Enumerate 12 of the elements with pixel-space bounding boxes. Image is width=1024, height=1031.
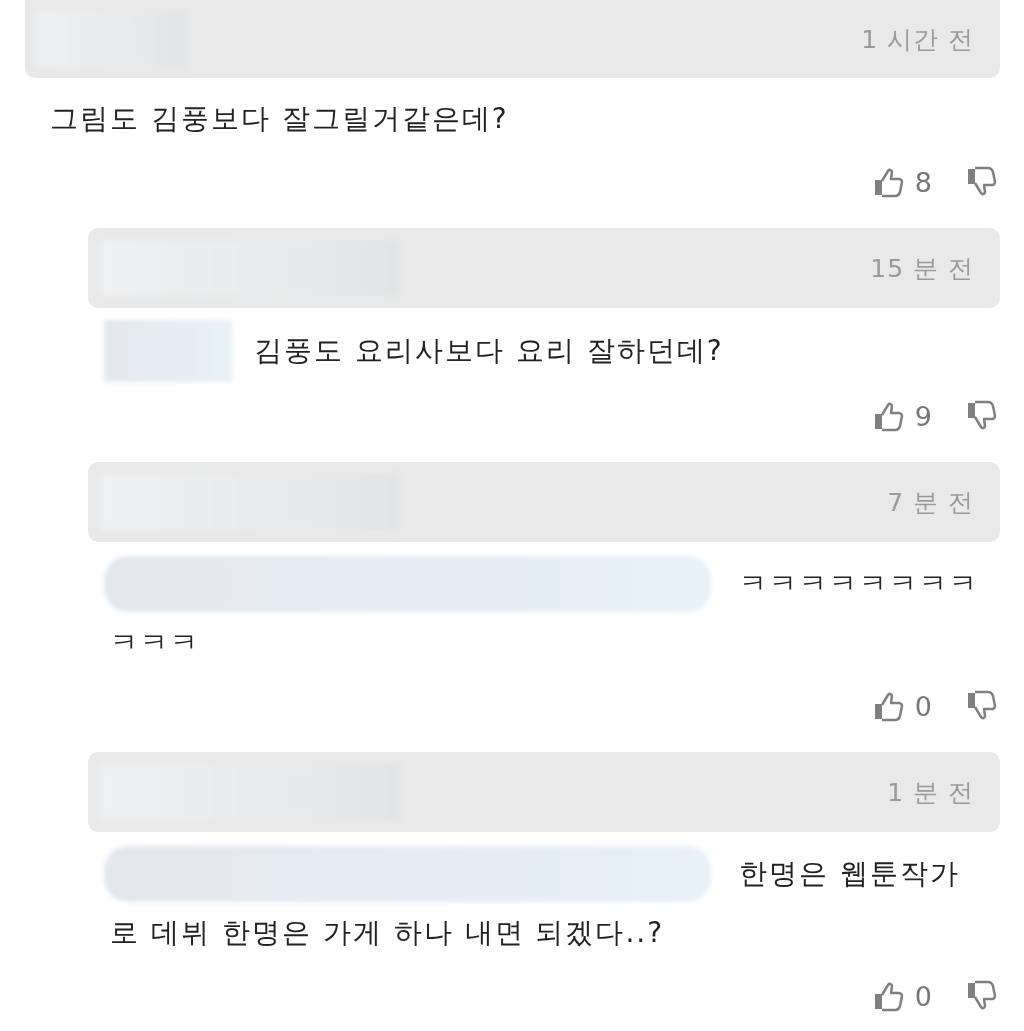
comment-text: 그림도 김풍보다 잘그릴거같은데? bbox=[49, 101, 510, 137]
timestamp: 1 분 전 bbox=[887, 776, 974, 809]
like-count: 9 bbox=[914, 400, 932, 432]
like-count: 0 bbox=[914, 690, 932, 722]
timestamp: 1 시간 전 bbox=[861, 23, 974, 56]
like-count: 8 bbox=[914, 166, 932, 198]
timestamp: 15 분 전 bbox=[870, 252, 974, 285]
timestamp: 7 분 전 bbox=[887, 486, 974, 519]
comment-text: ㅋㅋㅋㅋㅋㅋㅋㅋㅋㅋㅋ bbox=[110, 567, 979, 659]
comment-text: 김풍도 요리사보다 요리 잘하던데? bbox=[254, 334, 724, 367]
comment-text: 한명은 웹툰작가로 데뷔 한명은 가게 하나 내면 되겠다..? bbox=[110, 857, 960, 949]
like-count: 0 bbox=[914, 980, 932, 1012]
